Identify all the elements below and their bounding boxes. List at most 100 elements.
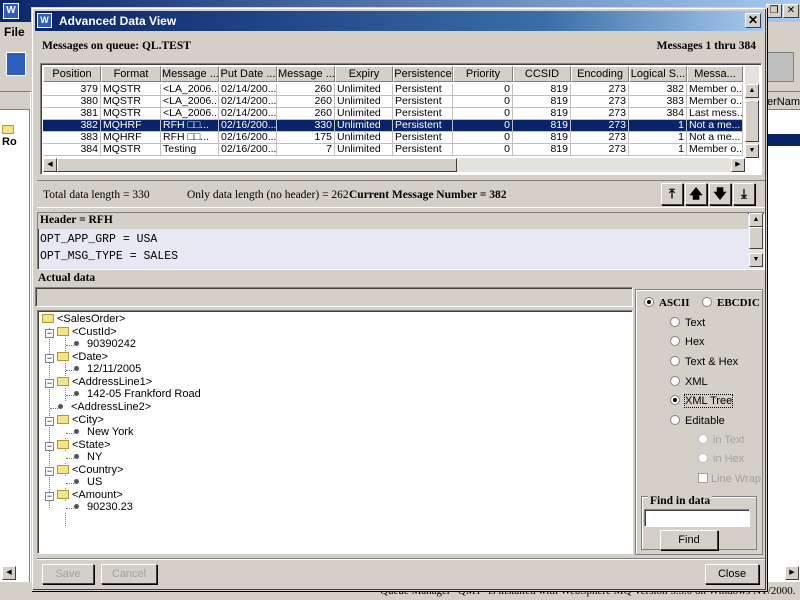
tree-value-city[interactable]: New York	[74, 426, 133, 439]
column-header-logical-sequence[interactable]: Logical S...	[629, 66, 687, 82]
background-restore-button[interactable]: ❐	[766, 4, 782, 18]
column-header-position[interactable]: Position	[43, 66, 101, 82]
scroll-up-icon[interactable]: ▲	[745, 84, 759, 98]
background-selected-row	[767, 134, 800, 146]
header-scroll-thumb[interactable]	[749, 227, 763, 249]
radio-xml-tree[interactable]: XML Tree	[670, 394, 734, 408]
scroll-thumb[interactable]	[745, 100, 759, 142]
tree-value-date[interactable]: 12/11/2005	[74, 363, 141, 376]
menu-file[interactable]: File	[4, 25, 25, 39]
radio-text[interactable]: Text	[670, 316, 705, 330]
tree-value-amount[interactable]: 90230.23	[74, 501, 133, 514]
first-message-icon[interactable]: ⤒	[661, 183, 683, 205]
cell-priority: 0	[453, 132, 513, 144]
tree-node-addressline2[interactable]: <AddressLine2>	[58, 401, 151, 414]
header-vertical-scrollbar[interactable]: ▲ ▼	[749, 213, 763, 267]
collapse-icon[interactable]: −	[45, 354, 54, 363]
column-header-message-length[interactable]: Message ...	[277, 66, 335, 82]
column-header-encoding[interactable]: Encoding	[571, 66, 629, 82]
collapse-icon[interactable]: −	[45, 379, 54, 388]
cell-format: MQSTR	[101, 108, 161, 120]
cell-priority: 0	[453, 96, 513, 108]
header-scroll-down-icon[interactable]: ▼	[749, 253, 763, 267]
tree-value-state[interactable]: NY	[74, 451, 102, 464]
radio-ebcdic[interactable]: EBCDIC	[702, 296, 760, 310]
collapse-icon[interactable]: −	[45, 417, 54, 426]
table-vertical-scrollbar[interactable]: ▲ ▼	[745, 66, 759, 158]
view-options-panel: ASCII EBCDIC Text Hex Text & Hex XML XML…	[635, 289, 763, 555]
collapse-icon[interactable]: −	[45, 467, 54, 476]
cell-message-flags: Last mess...	[687, 108, 743, 120]
scroll-h-thumb[interactable]	[57, 158, 457, 172]
close-button[interactable]: Close	[705, 564, 759, 584]
cell-put-date: 02/14/200...	[219, 108, 277, 120]
cell-position: 383	[43, 132, 101, 144]
tree-value-country[interactable]: US	[74, 476, 102, 489]
column-header-persistence[interactable]: Persistence	[393, 66, 453, 82]
cell-expiry: Unlimited	[335, 84, 393, 96]
cell-put-date: 02/16/200...	[219, 132, 277, 144]
save-button[interactable]: Save	[42, 564, 94, 584]
radio-in-hex[interactable]: in Hex	[698, 452, 744, 466]
table-horizontal-scrollbar[interactable]: ◀ ▶	[43, 158, 745, 172]
radio-hex[interactable]: Hex	[670, 335, 705, 349]
cell-encoding: 273	[571, 84, 629, 96]
radio-in-text[interactable]: in Text	[698, 433, 745, 447]
radio-text-hex[interactable]: Text & Hex	[670, 355, 738, 369]
tree-value-custid[interactable]: 90390242	[74, 338, 136, 351]
cell-ccsid: 819	[513, 108, 571, 120]
radio-editable[interactable]: Editable	[670, 414, 725, 428]
cell-message-flags: Member o...	[687, 96, 743, 108]
column-header-put-date[interactable]: Put Date ...	[219, 66, 277, 82]
background-scroll-right[interactable]: ▶	[785, 566, 799, 580]
header-scroll-up-icon[interactable]: ▲	[749, 213, 763, 227]
run-icon[interactable]	[6, 52, 26, 76]
toolbar-right-button[interactable]	[766, 52, 794, 82]
cell-persistence: Persistent	[393, 108, 453, 120]
cell-encoding: 273	[571, 96, 629, 108]
messages-table[interactable]: Position Format Message ... Put Date ...…	[40, 63, 762, 175]
advanced-data-view-dialog: Advanced Data View W ✕ Messages on queue…	[31, 7, 767, 591]
leaf-icon	[74, 340, 79, 346]
collapse-icon[interactable]: −	[45, 442, 54, 451]
checkbox-line-wrap[interactable]: Line Wrap	[698, 472, 761, 486]
find-button[interactable]: Find	[660, 530, 718, 550]
background-close-button[interactable]: ✕	[783, 4, 799, 18]
column-header-message-id[interactable]: Message ...	[161, 66, 219, 82]
last-message-icon[interactable]: ⤓	[733, 183, 755, 205]
scroll-left-icon[interactable]: ◀	[43, 158, 57, 172]
column-header-ccsid[interactable]: CCSID	[513, 66, 571, 82]
leaf-icon	[74, 503, 79, 509]
folder-icon	[57, 464, 69, 474]
header-panel: Header = RFH OPT_APP_GRP = USA OPT_MSG_T…	[37, 212, 765, 270]
column-header-format[interactable]: Format	[101, 66, 161, 82]
radio-ascii[interactable]: ASCII	[644, 296, 690, 310]
scroll-right-icon[interactable]: ▶	[731, 158, 745, 172]
tree-value-addressline1[interactable]: 142-05 Frankford Road	[74, 388, 201, 401]
dialog-close-button[interactable]: ✕	[745, 13, 761, 28]
column-header-message-flags[interactable]: Messa...	[687, 66, 743, 82]
column-header-priority[interactable]: Priority	[453, 66, 513, 82]
column-header-expiry[interactable]: Expiry	[335, 66, 393, 82]
find-input[interactable]	[644, 509, 750, 527]
next-message-icon[interactable]: 🡇	[709, 183, 731, 205]
collapse-icon[interactable]: −	[45, 492, 54, 501]
xml-tree[interactable]: <SalesOrder> − <CustId> 90390242 − <Date…	[37, 310, 633, 554]
cell-persistence: Persistent	[393, 144, 453, 156]
scroll-down-icon[interactable]: ▼	[745, 144, 759, 158]
dialog-title: Advanced Data View	[59, 14, 177, 28]
cancel-button[interactable]: Cancel	[101, 564, 157, 584]
cell-position: 379	[43, 84, 101, 96]
cell-message-flags: Member o...	[687, 144, 743, 156]
previous-message-icon[interactable]: 🡅	[685, 183, 707, 205]
background-tree-root[interactable]: Ro	[2, 124, 29, 148]
radio-xml[interactable]: XML	[670, 375, 708, 389]
actual-data-input[interactable]	[35, 287, 633, 307]
background-scroll-left[interactable]: ◀	[2, 566, 16, 580]
find-group: Find in data Find	[641, 495, 757, 550]
cell-format: MQHRF	[101, 132, 161, 144]
dialog-app-icon: W	[37, 13, 52, 28]
actual-data-label: Actual data	[38, 272, 96, 284]
tree-node-salesorder[interactable]: <SalesOrder>	[42, 313, 125, 326]
collapse-icon[interactable]: −	[45, 329, 54, 338]
